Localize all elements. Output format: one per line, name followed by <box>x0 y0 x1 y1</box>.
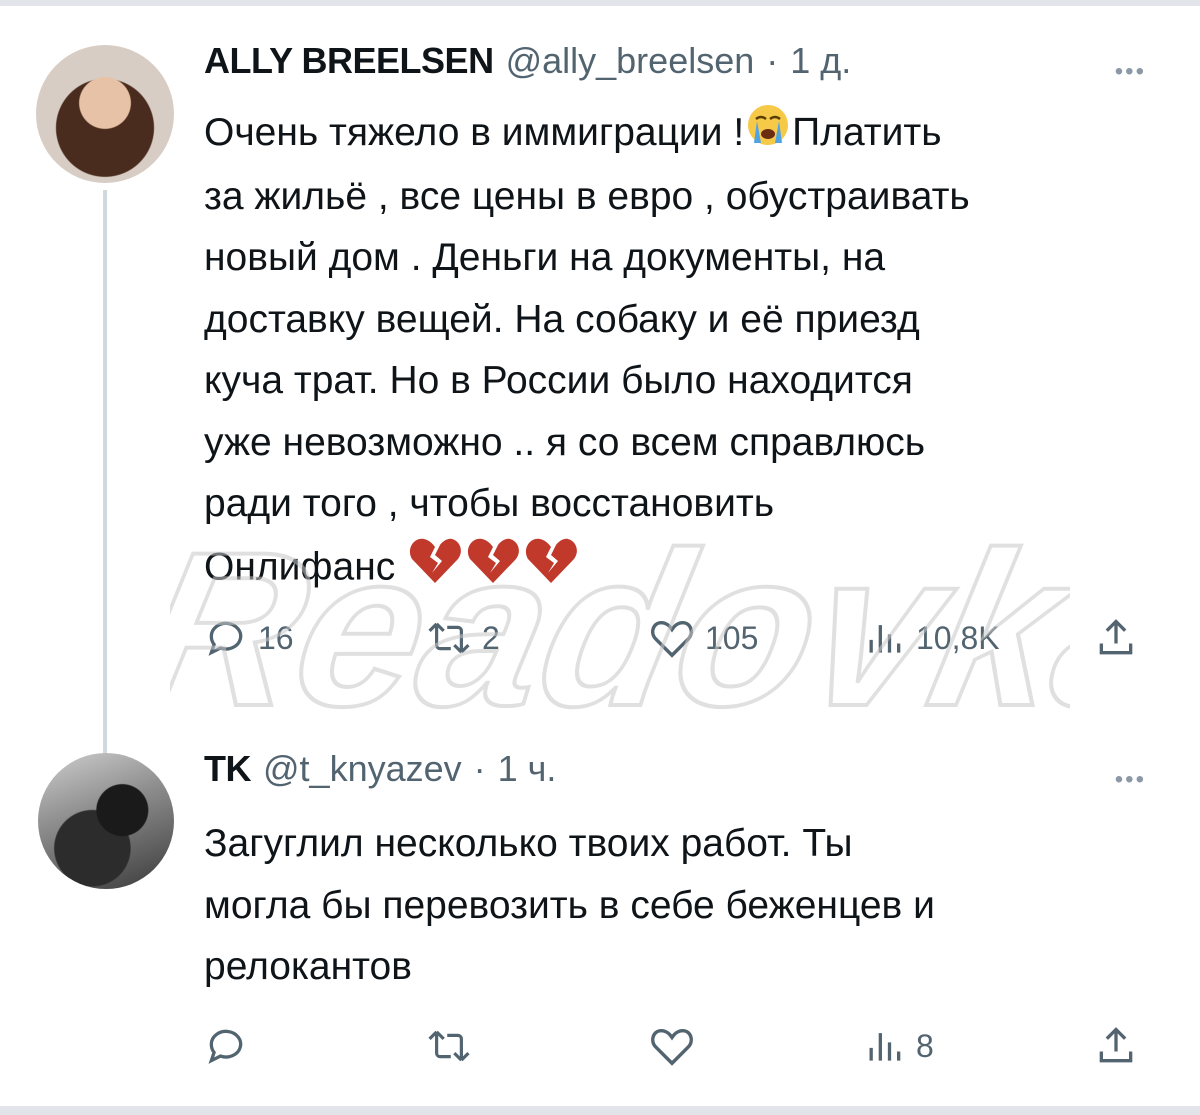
separator-dot: · <box>473 748 486 789</box>
timestamp[interactable]: 1 д. <box>790 40 851 82</box>
bottom-border <box>0 1106 1200 1115</box>
thread-line <box>103 190 107 760</box>
tweet-text: Загуглил несколько твоих работ. Ты могла… <box>204 822 935 988</box>
retweet-icon <box>428 1030 470 1062</box>
reply-icon <box>208 1029 243 1064</box>
top-border <box>0 0 1200 6</box>
tweet-header: ALLY BREELSEN @ally_breelsen · 1 д. <box>204 40 851 100</box>
tweet-tk[interactable]: TK @t_knyazev · 1 ч. ••• Загуглил нескол… <box>0 748 1200 1098</box>
heart-icon <box>651 1028 693 1066</box>
more-options-icon[interactable]: ••• <box>1115 58 1146 86</box>
tweet-actions: 16 2 105 10,8K <box>204 608 1164 668</box>
avatar[interactable] <box>36 45 174 183</box>
views-button[interactable]: 10,8K <box>862 608 1000 668</box>
broken-heart-icon <box>408 535 462 604</box>
like-button[interactable]: 105 <box>649 608 758 668</box>
tweet-text: Очень тяжело в иммиграции ! Платить за жи… <box>204 102 1164 603</box>
views-button[interactable]: 8 <box>862 1016 934 1076</box>
views-count: 8 <box>916 1027 934 1064</box>
reply-button[interactable]: 16 <box>204 608 294 668</box>
reply-icon <box>208 621 243 656</box>
timestamp[interactable]: 1 ч. <box>498 748 557 790</box>
share-button[interactable] <box>1094 1016 1138 1076</box>
tweet-ally-breelsen[interactable]: ALLY BREELSEN @ally_breelsen · 1 д. ••• … <box>0 40 1200 760</box>
views-chart-icon <box>869 1033 901 1061</box>
author-handle[interactable]: @ally_breelsen <box>506 40 755 82</box>
reply-button[interactable] <box>204 1016 248 1076</box>
like-count: 105 <box>705 619 759 656</box>
tweet-header: TK @t_knyazev · 1 ч. <box>204 748 556 808</box>
heart-icon <box>651 620 693 658</box>
like-button[interactable] <box>649 1016 695 1076</box>
broken-heart-icon <box>524 535 578 604</box>
retweet-button[interactable]: 2 <box>426 608 500 668</box>
separator-dot: · <box>766 40 779 81</box>
share-icon <box>1099 1027 1133 1063</box>
retweet-button[interactable] <box>426 1016 472 1076</box>
reply-count: 16 <box>258 619 294 656</box>
views-chart-icon <box>869 625 901 653</box>
avatar[interactable] <box>38 753 174 889</box>
crying-face-emoji-icon <box>746 103 790 166</box>
views-count: 10,8K <box>916 619 1000 656</box>
share-icon <box>1099 619 1133 655</box>
tweet-text-part-1: Очень тяжело в иммиграции ! <box>204 111 745 154</box>
author-name[interactable]: ALLY BREELSEN <box>204 40 494 82</box>
retweet-icon <box>428 622 470 654</box>
tweet-actions: 8 <box>204 1016 1164 1076</box>
author-handle[interactable]: @t_knyazev <box>263 748 462 790</box>
tweet-text-part-2: Платить за жильё , все цены в евро , обу… <box>204 111 970 589</box>
more-options-icon[interactable]: ••• <box>1115 766 1146 794</box>
author-name[interactable]: TK <box>204 748 252 790</box>
broken-heart-icon <box>466 535 520 604</box>
retweet-count: 2 <box>482 619 500 656</box>
share-button[interactable] <box>1094 608 1138 668</box>
